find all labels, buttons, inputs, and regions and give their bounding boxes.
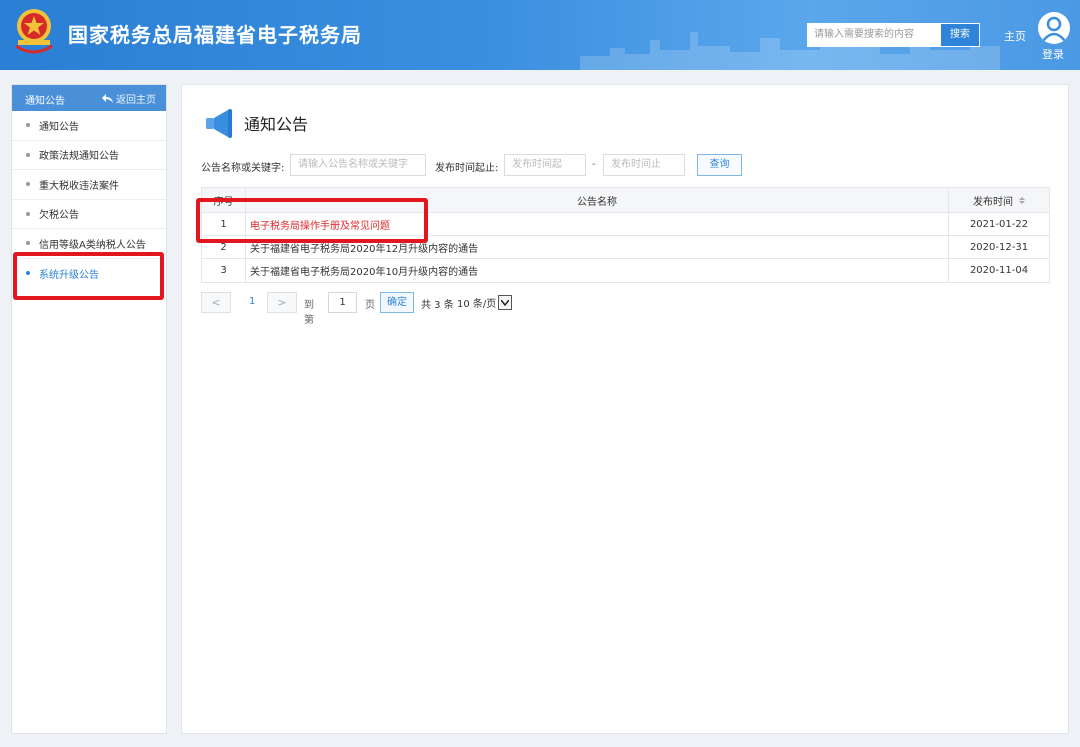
date-separator: - [592,159,596,170]
notice-link[interactable]: 电子税务局操作手册及常见问题 [246,213,949,235]
column-header-date[interactable]: 发布时间 [949,188,1049,212]
filter-bar: 公告名称或关键字: 请输入公告名称或关键字 发布时间起止: 发布时间起 - 发布… [201,154,1061,176]
notice-link[interactable]: 关于福建省电子税务局2020年10月升级内容的通告 [246,259,949,282]
notice-title[interactable]: 关于福建省电子税务局2020年12月升级内容的通告 [250,240,478,255]
sidebar-item-system-upgrade[interactable]: 系统升级公告 [12,259,166,289]
sidebar-item-label: 政策法规通知公告 [39,151,119,163]
notice-title[interactable]: 关于福建省电子税务局2020年10月升级内容的通告 [250,263,478,278]
bullet-icon [26,152,30,157]
chevron-down-icon[interactable] [498,295,513,310]
user-avatar-icon[interactable] [1038,12,1070,44]
sort-icon[interactable] [1019,196,1025,204]
page-size-value: 10 条/页 [457,299,497,310]
row-number: 2 [202,236,246,258]
sidebar-item-label: 通知公告 [39,121,79,133]
megaphone-icon [206,109,232,138]
page-suffix: 页 [365,300,375,311]
page-title: 通知公告 [244,115,309,134]
home-link[interactable]: 主页 [1004,28,1026,44]
next-page-button[interactable]: > [267,292,297,313]
publish-date: 2020-11-04 [969,265,1029,276]
keyword-input[interactable]: 请输入公告名称或关键字 [290,154,426,176]
bullet-icon [26,211,30,216]
goto-page-input[interactable]: 1 [328,292,357,313]
sidebar-item-violations[interactable]: 重大税收违法案件 [12,170,166,200]
row-number: 1 [202,213,246,235]
tax-emblem-logo[interactable] [12,6,56,62]
table-row: 2 关于福建省电子税务局2020年12月升级内容的通告 2020-12-31 [202,236,1049,259]
site-title: 国家税务总局福建省电子税务局 [68,23,362,47]
bullet-icon [26,241,30,246]
query-button[interactable]: 查询 [697,154,742,176]
bullet-icon [26,271,30,276]
notice-title[interactable]: 电子税务局操作手册及常见问题 [250,217,390,232]
current-page-number[interactable]: 1 [249,296,255,307]
prev-page-button[interactable]: < [201,292,231,313]
sidebar-item-credit-a[interactable]: 信用等级A类纳税人公告 [12,229,166,259]
sidebar-item-notices[interactable]: 通知公告 [12,111,166,141]
sidebar-item-label: 欠税公告 [39,210,79,222]
sidebar-item-label: 信用等级A类纳税人公告 [39,239,146,251]
sidebar-item-label: 系统升级公告 [39,269,99,281]
row-number: 3 [202,259,246,282]
sidebar-header: 通知公告 返回主页 [12,85,166,111]
bullet-icon [26,123,30,128]
bullet-icon [26,182,30,187]
page-size-select[interactable]: 10 条/页 [457,292,513,313]
site-header: 国家税务总局福建省电子税务局 请输入需要搜索的内容 搜索 主页 登录 [0,0,1080,70]
search-button[interactable]: 搜索 [940,23,980,47]
table-header: 序号 公告名称 发布时间 [202,188,1049,213]
column-header-date-label: 发布时间 [973,196,1013,208]
goto-label: 到第 [304,300,314,326]
back-home-label: 返回主页 [116,95,156,106]
return-arrow-icon [102,94,113,103]
goto-confirm-button[interactable]: 确定 [380,292,414,313]
notice-link[interactable]: 关于福建省电子税务局2020年12月升级内容的通告 [246,236,949,258]
date-from-input[interactable]: 发布时间起 [504,154,586,176]
table-row: 3 关于福建省电子税务局2020年10月升级内容的通告 2020-11-04 [202,259,1049,282]
table-row: 1 电子税务局操作手册及常见问题 2021-01-22 [202,213,1049,236]
sidebar-item-policy[interactable]: 政策法规通知公告 [12,141,166,170]
publish-date: 2020-12-31 [969,241,1029,253]
sidebar: 通知公告 返回主页 通知公告 政策法规通知公告 重大税收违法案件 欠税公告 信用… [11,84,167,734]
search-input[interactable]: 请输入需要搜索的内容 [807,23,941,47]
notice-table: 序号 公告名称 发布时间 1 电子税务局操作手册及常见问题 2021-01-22… [201,187,1050,283]
main-panel: 通知公告 公告名称或关键字: 请输入公告名称或关键字 发布时间起止: 发布时间起… [181,84,1069,734]
keyword-label: 公告名称或关键字: [201,163,285,174]
column-header-name: 公告名称 [246,188,949,212]
login-link[interactable]: 登录 [1042,46,1064,62]
sidebar-item-label: 重大税收违法案件 [39,180,119,192]
back-home-link[interactable]: 返回主页 [102,91,156,106]
total-count: 共 3 条 [421,300,454,311]
date-to-input[interactable]: 发布时间止 [603,154,685,176]
publish-date: 2021-01-22 [969,218,1029,230]
column-header-no: 序号 [202,188,246,212]
page-title-row: 通知公告 [204,107,308,139]
date-range-label: 发布时间起止: [435,163,499,174]
sidebar-item-tax-arrears[interactable]: 欠税公告 [12,200,166,229]
sidebar-title: 通知公告 [25,96,65,107]
